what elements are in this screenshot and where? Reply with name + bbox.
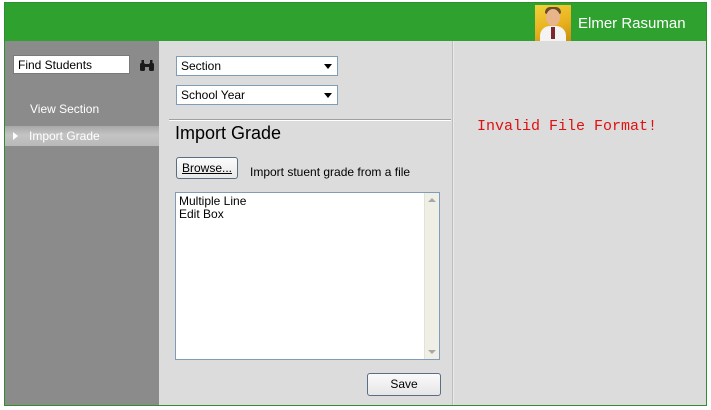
sidebar-item-label: View Section bbox=[30, 102, 100, 116]
search-input[interactable] bbox=[13, 55, 130, 74]
avatar[interactable] bbox=[535, 5, 571, 41]
school-year-select[interactable]: School Year bbox=[176, 85, 338, 105]
binoculars-icon[interactable] bbox=[139, 60, 155, 72]
chevron-down-icon bbox=[324, 64, 332, 69]
error-message: Invalid File Format! bbox=[477, 118, 658, 135]
textarea-content: Multiple Line Edit Box bbox=[179, 194, 247, 221]
sidebar-item-import-grade[interactable]: Import Grade bbox=[5, 126, 159, 146]
browse-button-label: Browse... bbox=[181, 161, 232, 175]
section-select-value: Section bbox=[181, 59, 222, 73]
sidebar-item-view-section[interactable]: View Section bbox=[5, 99, 159, 119]
browse-button[interactable]: Browse... bbox=[176, 157, 238, 179]
avatar-tie bbox=[551, 27, 555, 39]
app-window: Elmer Rasuman View Section Import Grade … bbox=[4, 2, 707, 406]
browse-hint: Import stuent grade from a file bbox=[250, 165, 411, 179]
page-title: Import Grade bbox=[175, 123, 282, 143]
grade-textarea[interactable]: Multiple Line Edit Box bbox=[175, 192, 440, 360]
school-year-select-value: School Year bbox=[181, 88, 246, 102]
sidebar: View Section Import Grade bbox=[5, 41, 159, 405]
avatar-head bbox=[546, 9, 560, 26]
user-name: Elmer Rasuman bbox=[578, 15, 686, 32]
chevron-down-icon bbox=[324, 93, 332, 98]
header-bar: Elmer Rasuman bbox=[5, 3, 706, 41]
textarea-scrollbar[interactable] bbox=[424, 193, 439, 359]
status-panel: Invalid File Format! bbox=[454, 41, 706, 405]
selected-arrow-icon bbox=[13, 132, 18, 140]
scroll-down-icon[interactable] bbox=[428, 350, 436, 354]
section-select[interactable]: Section bbox=[176, 56, 338, 76]
save-button[interactable]: Save bbox=[367, 373, 441, 396]
divider bbox=[169, 119, 451, 121]
sidebar-item-label: Import Grade bbox=[29, 129, 100, 143]
import-panel: Section School Year Import Grade Browse.… bbox=[159, 41, 452, 405]
scroll-up-icon[interactable] bbox=[428, 198, 436, 202]
